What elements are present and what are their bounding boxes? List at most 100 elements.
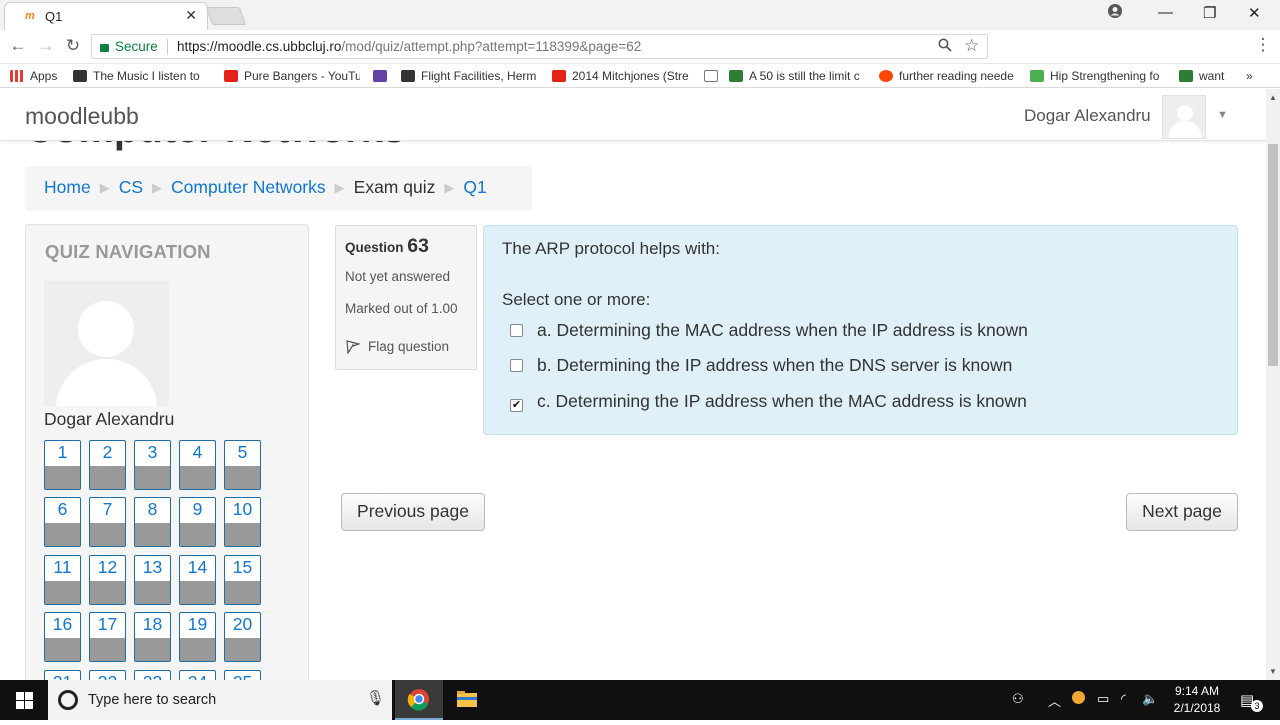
minimize-icon[interactable]: —: [1158, 4, 1173, 21]
chrome-menu-icon[interactable]: ⋮: [1252, 35, 1274, 55]
question-number: 24: [180, 671, 215, 680]
next-page-button[interactable]: Next page: [1126, 493, 1238, 531]
secure-indicator[interactable]: Secure: [100, 39, 158, 54]
quiz-question-button[interactable]: 23: [134, 670, 171, 680]
microphone-icon[interactable]: 🎙: [366, 689, 385, 707]
bookmark-apps[interactable]: Apps: [10, 69, 57, 83]
question-number: 5: [237, 442, 248, 462]
reload-icon[interactable]: ↻: [62, 36, 84, 56]
quiz-question-button[interactable]: 7: [89, 497, 126, 547]
breadcrumb-home[interactable]: Home: [44, 177, 91, 197]
people-icon[interactable]: ⚇: [1012, 691, 1024, 707]
flag-question-link[interactable]: Flag question: [346, 339, 449, 354]
bookmark-label: Pure Bangers - YouTu: [244, 69, 360, 83]
bookmark-item[interactable]: Flight Facilities, Herm: [401, 69, 539, 83]
quiz-question-button[interactable]: 24: [179, 670, 216, 680]
back-arrow-icon[interactable]: ←: [7, 36, 29, 56]
battery-icon[interactable]: ▭: [1097, 691, 1109, 707]
profile-icon[interactable]: [1108, 4, 1122, 22]
browser-tab[interactable]: m Q1 ✕: [4, 2, 208, 30]
user-menu-name[interactable]: Dogar Alexandru: [1024, 106, 1151, 126]
quiz-question-button[interactable]: 13: [134, 555, 171, 605]
bookmark-star-icon[interactable]: ☆: [964, 36, 979, 56]
bookmark-item[interactable]: A 50 is still the limit c: [729, 69, 869, 83]
quiz-question-button[interactable]: 10: [224, 497, 261, 547]
site-brand[interactable]: moodleubb: [25, 103, 139, 130]
bookmark-item[interactable]: want: [1179, 69, 1239, 83]
quiz-question-button[interactable]: 1: [44, 440, 81, 490]
checkbox-checked[interactable]: ✔: [510, 399, 523, 412]
taskbar-clock[interactable]: 9:14 AM 2/1/2018: [1162, 683, 1232, 717]
question-number: 14: [187, 557, 208, 577]
zoom-icon[interactable]: [938, 38, 952, 56]
quiz-question-button[interactable]: 5: [224, 440, 261, 490]
question-number: 19: [187, 614, 208, 634]
quiz-question-button[interactable]: 6: [44, 497, 81, 547]
question-number: 20: [232, 614, 253, 634]
breadcrumb-quiz[interactable]: Q1: [463, 177, 486, 197]
scrollbar-thumb[interactable]: [1268, 144, 1278, 366]
question-number: 23: [135, 671, 170, 680]
tab-close-icon[interactable]: ✕: [185, 7, 197, 24]
address-bar[interactable]: Secure https://moodle.cs.ubbcluj.ro/mod/…: [91, 34, 988, 59]
quiz-question-button[interactable]: 25: [224, 670, 261, 680]
quiz-question-button[interactable]: 19: [179, 612, 216, 662]
new-tab-button[interactable]: [205, 7, 247, 25]
scroll-down-icon[interactable]: ▼: [1269, 667, 1277, 676]
quiz-question-button[interactable]: 3: [134, 440, 171, 490]
user-menu-caret-icon[interactable]: ▼: [1217, 109, 1228, 121]
bookmark-item[interactable]: further reading neede: [879, 69, 1019, 83]
quiz-question-button[interactable]: 21: [44, 670, 81, 680]
quiz-question-button[interactable]: 8: [134, 497, 171, 547]
quiz-question-button[interactable]: 15: [224, 555, 261, 605]
more-bookmarks-icon[interactable]: »: [1246, 69, 1253, 83]
quiz-question-button[interactable]: 11: [44, 555, 81, 605]
bookmark-item[interactable]: [704, 69, 724, 83]
checkbox[interactable]: [510, 324, 523, 337]
page-scrollbar[interactable]: ▲ ▼: [1266, 89, 1280, 680]
quiz-question-button[interactable]: 12: [89, 555, 126, 605]
restore-icon[interactable]: ❐: [1203, 4, 1216, 22]
taskbar-search[interactable]: Type here to search 🎙: [48, 680, 392, 720]
tray-expand-icon[interactable]: ︿: [1048, 691, 1061, 710]
checkbox[interactable]: [510, 359, 523, 372]
scroll-up-icon[interactable]: ▲: [1269, 93, 1277, 102]
answer-option-label: c. Determining the IP address when the M…: [537, 391, 1027, 411]
bookmark-label: 2014 Mitchjones (Stre: [572, 69, 689, 83]
bookmark-item[interactable]: 2014 Mitchjones (Stre: [552, 69, 692, 83]
windows-taskbar: Type here to search 🎙 ⚇ ︿ ▭ ◜ 🔈 9:14 AM …: [0, 680, 1280, 720]
quiz-question-button[interactable]: 4: [179, 440, 216, 490]
chrome-taskbar-icon[interactable]: [395, 680, 443, 720]
quiz-question-button[interactable]: 20: [224, 612, 261, 662]
quiz-question-button[interactable]: 22: [89, 670, 126, 680]
file-explorer-icon[interactable]: [443, 680, 491, 720]
quiz-question-button[interactable]: 14: [179, 555, 216, 605]
page-icon: [704, 70, 718, 82]
previous-page-button[interactable]: Previous page: [341, 493, 485, 531]
bookmark-item[interactable]: The Music I listen to: [73, 69, 213, 83]
forward-arrow-icon[interactable]: →: [35, 36, 57, 56]
quiz-question-button[interactable]: 18: [134, 612, 171, 662]
bookmark-item[interactable]: Pure Bangers - YouTu: [224, 69, 360, 83]
answer-option-b[interactable]: b. Determining the IP address when the D…: [510, 355, 1012, 376]
quiz-question-button[interactable]: 2: [89, 440, 126, 490]
question-number-label: Question 63: [345, 235, 467, 258]
bookmark-label: Apps: [30, 69, 58, 83]
bookmark-item[interactable]: Hip Strengthening fo: [1030, 69, 1168, 83]
glasses-icon: [73, 70, 87, 82]
quiz-question-button[interactable]: 9: [179, 497, 216, 547]
url-text[interactable]: https://moodle.cs.ubbcluj.ro/mod/quiz/at…: [177, 39, 641, 54]
wifi-icon[interactable]: ◜: [1121, 691, 1126, 707]
volume-muted-icon[interactable]: 🔈: [1142, 691, 1158, 707]
breadcrumb-cs[interactable]: CS: [119, 177, 143, 197]
quiz-question-button[interactable]: 17: [89, 612, 126, 662]
quiz-question-button[interactable]: 16: [44, 612, 81, 662]
breadcrumb-course[interactable]: Computer Networks: [171, 177, 326, 197]
answer-option-a[interactable]: a. Determining the MAC address when the …: [510, 320, 1028, 341]
answer-option-c[interactable]: ✔ c. Determining the IP address when the …: [510, 391, 1027, 412]
bookmark-item[interactable]: [373, 69, 393, 83]
tray-app-icon[interactable]: [1072, 691, 1085, 704]
window-close-icon[interactable]: ✕: [1248, 4, 1261, 22]
user-avatar[interactable]: [1162, 95, 1206, 139]
windows-start-icon[interactable]: [0, 680, 48, 720]
